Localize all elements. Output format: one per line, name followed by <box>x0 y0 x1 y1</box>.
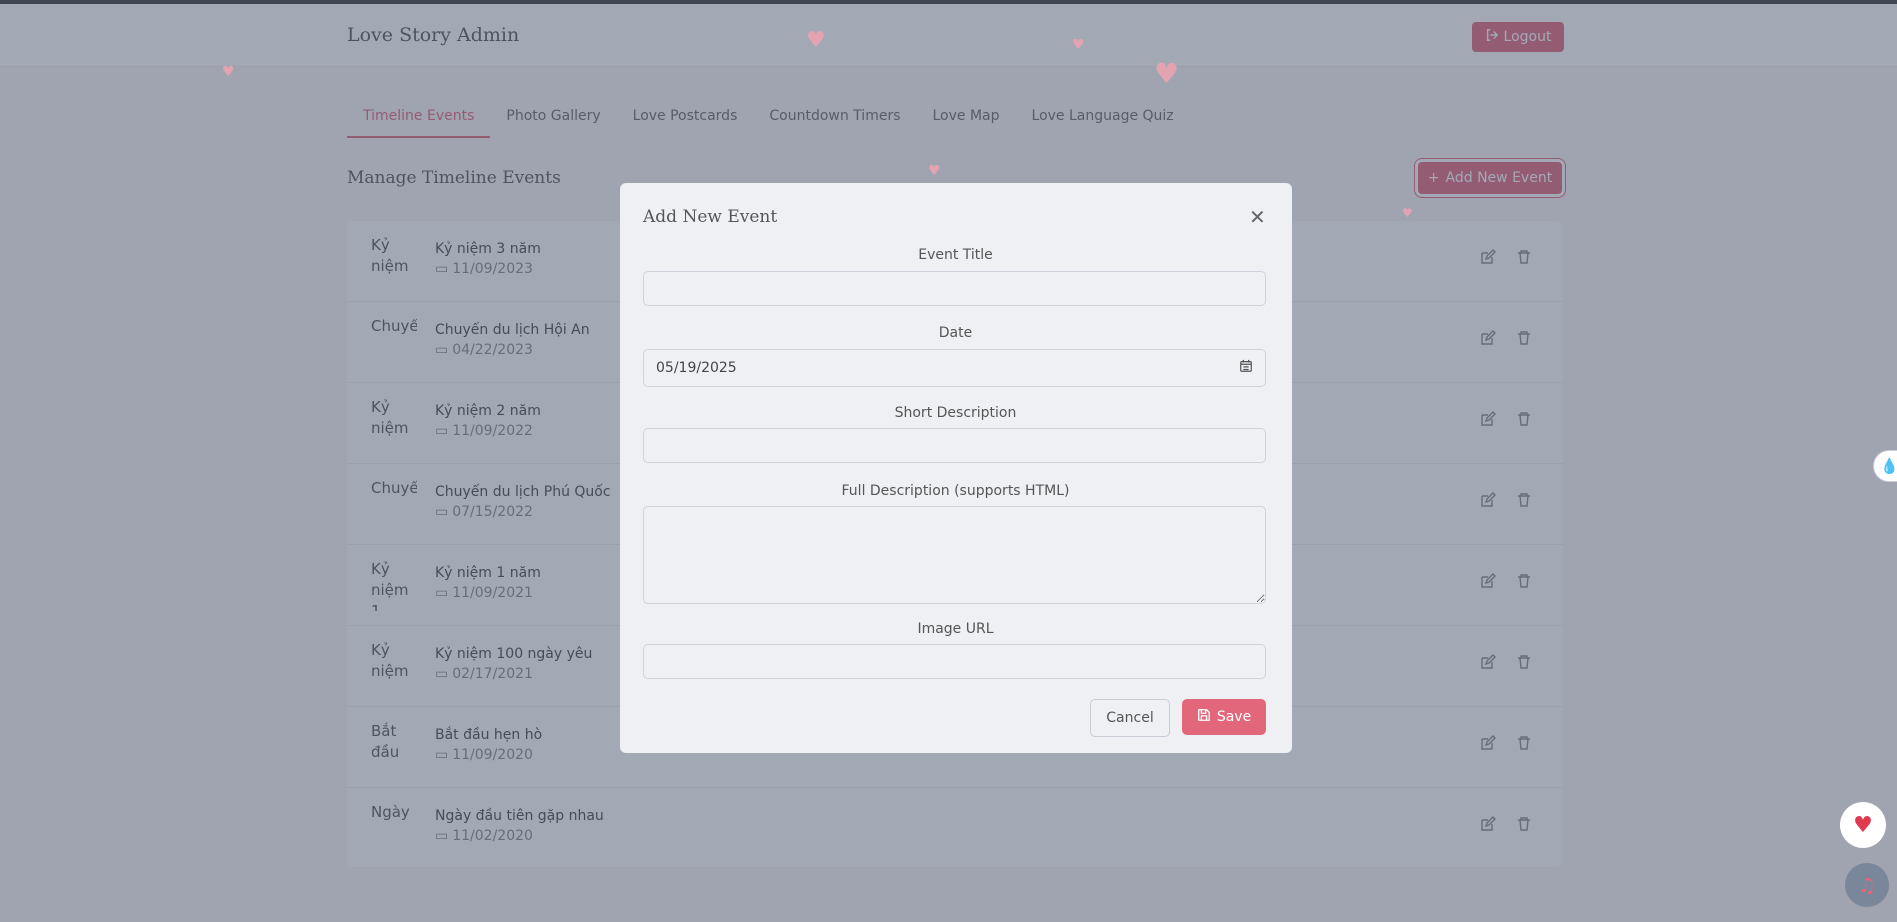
full-description-label: Full Description (supports HTML) <box>841 483 1070 499</box>
image-url-label: Image URL <box>917 621 994 637</box>
heart-icon: ♥ <box>928 163 941 179</box>
image-url-input[interactable] <box>643 644 1266 679</box>
heart-icon: ♥ <box>1402 206 1413 220</box>
side-tool-badge[interactable]: 💧 <box>1873 450 1897 482</box>
save-icon <box>1197 708 1211 726</box>
date-label: Date <box>938 325 973 341</box>
heart-icon: ♥ <box>222 64 235 80</box>
event-title-input[interactable] <box>643 271 1266 306</box>
full-description-textarea[interactable] <box>643 506 1266 604</box>
heart-icon: ♥ <box>1853 812 1873 838</box>
date-value: 05/19/2025 <box>656 360 737 376</box>
short-description-label: Short Description <box>894 405 1017 421</box>
droplet-icon: 💧 <box>1880 457 1897 475</box>
short-description-input[interactable] <box>643 428 1266 463</box>
date-input[interactable]: 05/19/2025 <box>643 349 1266 387</box>
save-button[interactable]: Save <box>1182 699 1266 735</box>
music-button[interactable]: ♫ <box>1845 863 1889 907</box>
cancel-button[interactable]: Cancel <box>1090 699 1170 737</box>
heart-icon: ♥ <box>806 28 826 53</box>
close-icon[interactable]: ✕ <box>1249 205 1266 229</box>
heart-button[interactable]: ♥ <box>1840 802 1886 848</box>
modal-title: Add New Event <box>643 207 778 227</box>
calendar-icon[interactable] <box>1239 359 1253 377</box>
music-note-icon: ♫ <box>1858 873 1876 897</box>
save-label: Save <box>1216 709 1252 725</box>
heart-icon: ♥ <box>1072 37 1085 53</box>
heart-icon: ♥ <box>1154 57 1180 90</box>
add-event-modal: Add New Event ✕ Event Title Date 05/19/2… <box>620 183 1292 753</box>
event-title-label: Event Title <box>918 247 993 263</box>
